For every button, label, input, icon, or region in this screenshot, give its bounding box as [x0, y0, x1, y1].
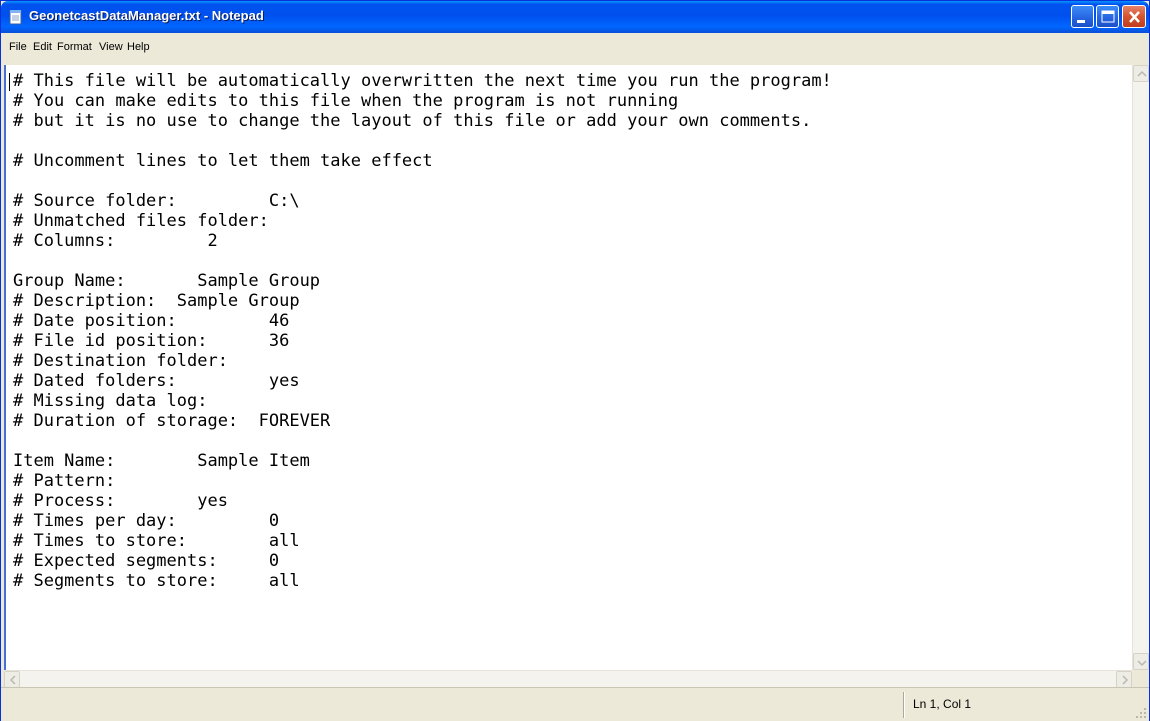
status-divider	[903, 692, 904, 718]
editor-line: # Date position: 46	[13, 311, 290, 331]
close-icon	[1129, 11, 1140, 23]
vertical-scrollbar[interactable]	[1132, 65, 1149, 670]
editor-line: # Unmatched files folder:	[13, 211, 269, 231]
editor-line: # Destination folder:	[13, 351, 228, 371]
editor-line: # Expected segments: 0	[13, 551, 280, 571]
scrollbar-corner	[1132, 670, 1149, 687]
menu-file[interactable]: File	[9, 41, 27, 53]
menu-help[interactable]: Help	[127, 41, 150, 53]
minimize-icon	[1077, 20, 1085, 23]
text-caret	[9, 73, 10, 91]
window-title: GeonetcastDataManager.txt - Notepad	[29, 8, 264, 23]
editor-line: # Dated folders: yes	[13, 371, 300, 391]
minimize-button[interactable]	[1071, 5, 1094, 28]
editor-line: # This file will be automatically overwr…	[13, 71, 832, 91]
menu-bar: File Edit Format View Help	[1, 33, 1149, 65]
editor-line: # Duration of storage: FOREVER	[13, 411, 331, 431]
scroll-right-button[interactable]	[1116, 671, 1132, 688]
editor-content[interactable]: # This file will be automatically overwr…	[13, 71, 832, 591]
editor-line: Item Name: Sample Item	[13, 451, 310, 471]
editor-line: # Missing data log:	[13, 391, 208, 411]
menu-format[interactable]: Format	[57, 41, 92, 53]
editor-line: # but it is no use to change the layout …	[13, 111, 812, 131]
cursor-position: Ln 1, Col 1	[913, 697, 972, 711]
editor-line: # Columns: 2	[13, 231, 218, 251]
scroll-down-button[interactable]	[1133, 653, 1149, 670]
editor-line: # Times to store: all	[13, 531, 300, 551]
editor-line: # Process: yes	[13, 491, 228, 511]
status-bar: Ln 1, Col 1	[1, 687, 1149, 721]
maximize-icon	[1101, 10, 1115, 23]
text-editor[interactable]: # This file will be automatically overwr…	[4, 65, 1132, 670]
editor-line: # File id position: 36	[13, 331, 290, 351]
editor-line: # Description: Sample Group	[13, 291, 300, 311]
menu-view[interactable]: View	[99, 41, 123, 53]
editor-line: # Source folder: C:\	[13, 191, 300, 211]
editor-line: # Times per day: 0	[13, 511, 280, 531]
resize-grip-icon[interactable]	[1135, 707, 1147, 719]
editor-line: # Segments to store: all	[13, 571, 300, 591]
maximize-button[interactable]	[1096, 5, 1119, 28]
chevron-up-icon	[1137, 70, 1147, 77]
editor-line: Group Name: Sample Group	[13, 271, 321, 291]
menu-edit[interactable]: Edit	[33, 41, 52, 53]
notepad-window: GeonetcastDataManager.txt - Notepad File…	[0, 0, 1150, 721]
chevron-down-icon	[1137, 660, 1147, 667]
editor-line: # Uncomment lines to let them take effec…	[13, 151, 433, 171]
horizontal-scrollbar[interactable]	[4, 670, 1132, 688]
close-button[interactable]	[1122, 5, 1146, 28]
title-bar[interactable]: GeonetcastDataManager.txt - Notepad	[1, 1, 1149, 33]
editor-line: # You can make edits to this file when t…	[13, 91, 679, 111]
scroll-left-button[interactable]	[4, 671, 20, 688]
editor-line: # Pattern:	[13, 471, 116, 491]
notepad-icon[interactable]	[9, 9, 23, 25]
scroll-up-button[interactable]	[1133, 65, 1149, 82]
